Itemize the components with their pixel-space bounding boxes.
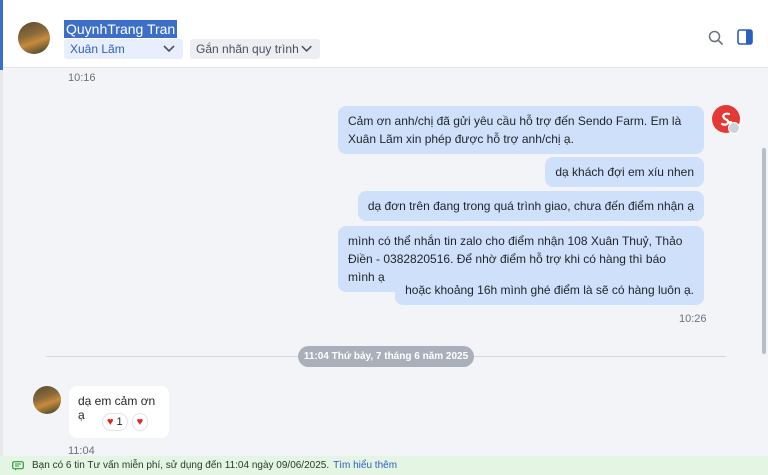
contact-name[interactable]: QuynhTrang Tran — [64, 20, 178, 38]
contact-avatar[interactable] — [18, 22, 50, 54]
reaction-bar: ♥ 1 ♥ — [102, 413, 149, 431]
banner-text: Bạn có 6 tin Tư vấn miễn phí, sử dụng đế… — [32, 460, 330, 471]
chevron-down-icon — [163, 45, 175, 53]
message-time: 10:16 — [68, 72, 96, 84]
process-label-text: Gắn nhãn quy trình — [196, 42, 299, 56]
assignee-dropdown[interactable]: Xuân Lãm — [64, 39, 183, 59]
toggle-panel-icon[interactable] — [737, 29, 753, 45]
message-icon — [12, 460, 24, 470]
message-time: 10:26 — [679, 313, 707, 325]
chat-header: QuynhTrang Tran Xuân Lãm Gắn nhãn quy tr… — [0, 6, 768, 68]
scrollbar[interactable] — [762, 148, 766, 354]
message-list[interactable]: 10:16 Cảm ơn anh/chị đã gửi yêu cầu hỗ t… — [0, 69, 768, 457]
active-indicator — [0, 0, 3, 70]
customer-avatar[interactable] — [33, 386, 61, 414]
search-icon[interactable] — [708, 30, 724, 46]
add-reaction-button[interactable]: ♥ — [131, 413, 149, 431]
heart-icon: ♥ — [107, 416, 114, 428]
assignee-label: Xuân Lãm — [70, 42, 125, 56]
outgoing-message[interactable]: dạ đơn trên đang trong quá trình giao, c… — [357, 191, 704, 221]
process-label-dropdown[interactable]: Gắn nhãn quy trình — [190, 39, 320, 59]
reaction-count-chip[interactable]: ♥ 1 — [102, 413, 128, 431]
learn-more-link[interactable]: Tìm hiểu thêm — [333, 460, 397, 471]
free-consult-banner: Bạn có 6 tin Tư vấn miễn phí, sử dụng đế… — [0, 456, 768, 475]
outgoing-message[interactable]: Cảm ơn anh/chị đã gửi yêu cầu hỗ trợ đến… — [338, 106, 704, 154]
outgoing-message[interactable]: dạ khách đợi em xíu nhen — [545, 157, 704, 187]
chevron-down-icon — [301, 45, 312, 52]
reaction-count: 1 — [116, 416, 123, 428]
outgoing-message[interactable]: hoặc khoảng 16h mình ghé điểm là sẽ có h… — [395, 275, 704, 305]
date-divider: 11:04 Thứ bảy, 7 tháng 6 năm 2025 — [298, 346, 474, 367]
status-badge — [728, 122, 740, 134]
heart-icon: ♥ — [136, 416, 144, 428]
